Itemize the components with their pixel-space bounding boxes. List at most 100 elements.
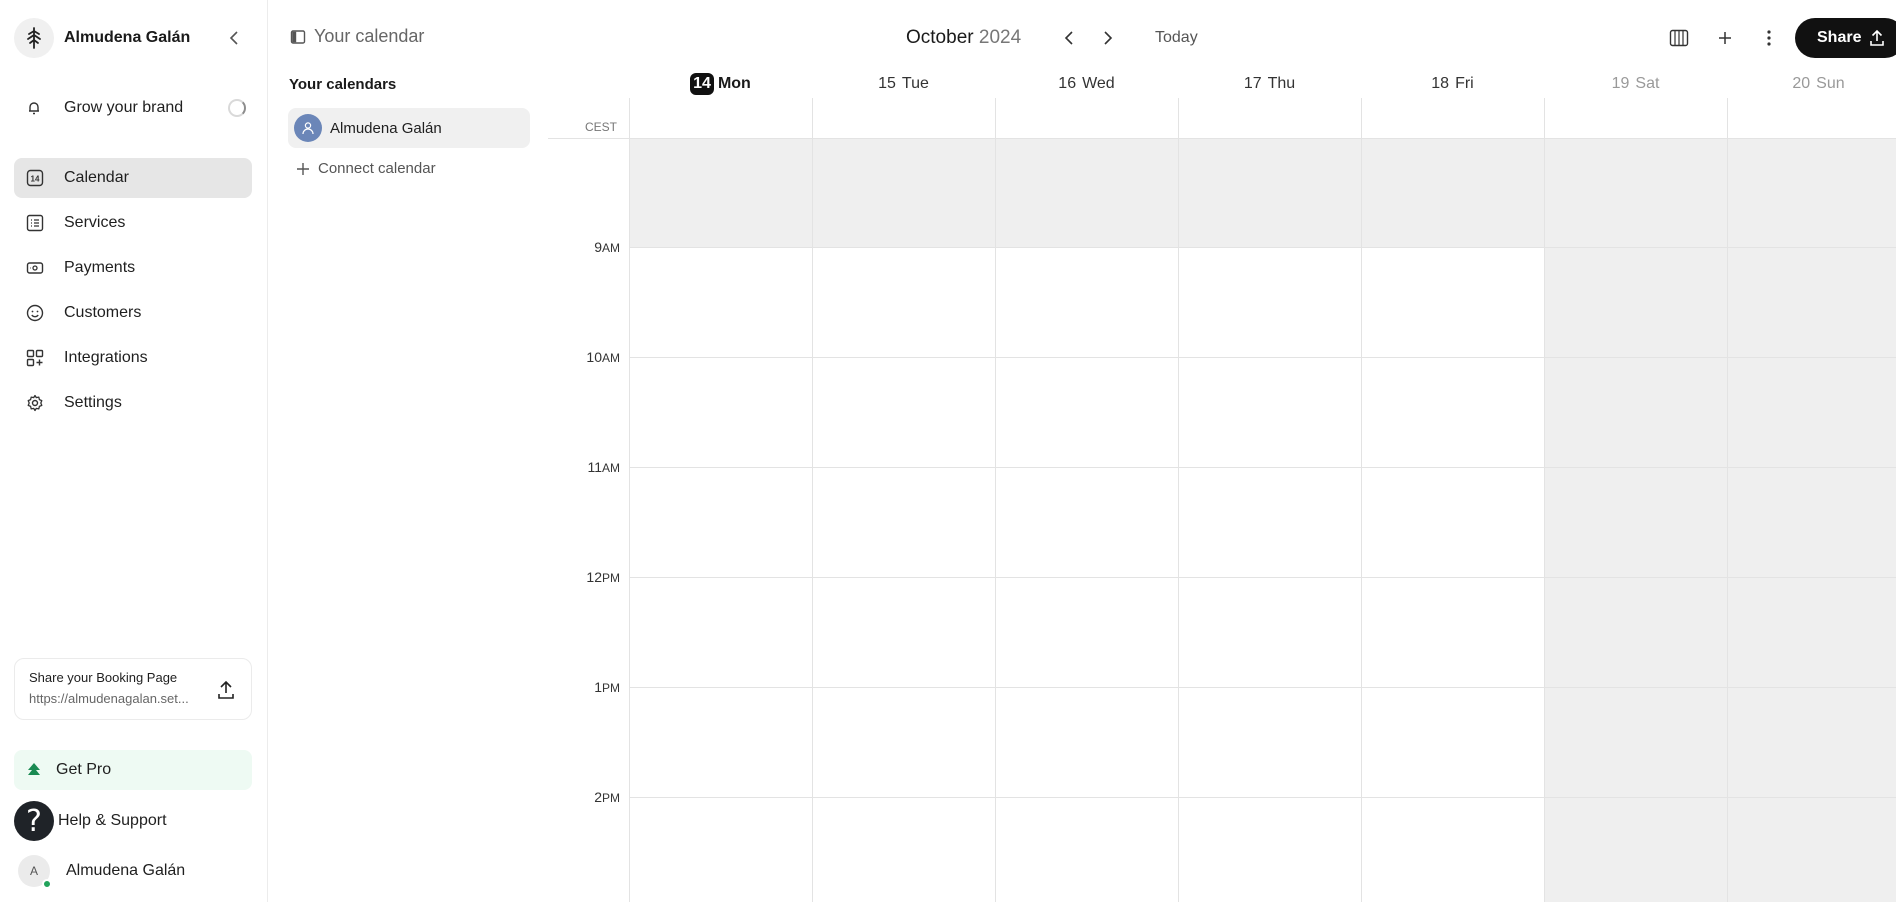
day-column[interactable]: [812, 98, 995, 902]
hour-number: 10: [586, 349, 602, 365]
timezone-divider: [548, 138, 629, 139]
day-number: 14: [690, 73, 714, 95]
get-pro-label: Get Pro: [56, 761, 112, 778]
pine-tree-icon: [28, 763, 40, 775]
hour-line: [629, 357, 1896, 358]
help-question-icon: ?: [14, 801, 54, 841]
panel-left-icon: [290, 29, 306, 44]
previous-week-button[interactable]: [1057, 26, 1081, 50]
vertical-dots-icon: [1767, 30, 1771, 46]
hour-label: 9AM: [560, 239, 620, 255]
day-header-sun[interactable]: 20 Sun: [1727, 70, 1896, 98]
view-toggle-button[interactable]: [1666, 25, 1692, 51]
day-header-mon[interactable]: 14 Mon: [629, 70, 812, 98]
day-header-tue[interactable]: 15 Tue: [812, 70, 995, 98]
day-number: 16: [1058, 75, 1077, 92]
avatar-initial: A: [29, 864, 38, 878]
chevron-left-icon: [1064, 31, 1073, 45]
am-pm: AM: [602, 461, 620, 475]
day-header-sat[interactable]: 19 Sat: [1544, 70, 1727, 98]
hour-label: 2PM: [560, 789, 620, 805]
get-pro-button[interactable]: Get Pro: [14, 750, 252, 790]
calendar-header: October 2024 Today Share: [540, 0, 1896, 76]
app: Almudena Galán Grow your brand 14 Calenda…: [0, 0, 1896, 902]
progress-ring: [228, 99, 246, 117]
am-pm: PM: [602, 791, 620, 805]
weekday-label: Sat: [1635, 75, 1660, 92]
day-headers: 14 Mon 15 Tue 16 Wed 17 Thu 18 Fri 19 Sat 20 Sun: [629, 70, 1896, 98]
hour-label: 11AM: [560, 459, 620, 475]
day-number: 19: [1611, 75, 1630, 92]
online-status-dot: [42, 879, 52, 889]
sidebar-item-settings[interactable]: Settings: [14, 383, 252, 423]
your-calendars-heading: Your calendars: [289, 76, 397, 93]
day-header-fri[interactable]: 18 Fri: [1361, 70, 1544, 98]
more-options-button[interactable]: [1756, 25, 1782, 51]
smiley-icon: [26, 304, 44, 322]
day-number: 17: [1243, 75, 1262, 92]
plus-icon: [297, 162, 309, 175]
weekday-label: Wed: [1082, 75, 1115, 92]
month-year-title[interactable]: October 2024: [906, 27, 1021, 49]
year-label: 2024: [978, 27, 1022, 48]
hour-number: 2: [594, 789, 602, 805]
gear-icon: [26, 394, 44, 412]
day-column[interactable]: [1544, 98, 1727, 902]
tree-logo-icon: [14, 18, 54, 58]
next-week-button[interactable]: [1096, 26, 1120, 50]
share-button[interactable]: Share: [1795, 18, 1896, 58]
connect-calendar-button[interactable]: Connect calendar: [296, 160, 436, 177]
toggle-calendar-panel-button[interactable]: Your calendar: [290, 26, 424, 47]
sidebar-item-integrations[interactable]: Integrations: [14, 338, 252, 378]
hour-line: [629, 577, 1896, 578]
day-header-wed[interactable]: 16 Wed: [995, 70, 1178, 98]
sidebar-item-payments[interactable]: Payments: [14, 248, 252, 288]
sidebar-item-label: Customers: [64, 304, 142, 321]
sidebar-item-calendar[interactable]: 14 Calendar: [14, 158, 252, 198]
sidebar-item-label: Integrations: [64, 349, 148, 366]
day-column[interactable]: [629, 98, 812, 902]
weekday-label: Thu: [1267, 75, 1296, 92]
day-column[interactable]: [1178, 98, 1361, 902]
sidebar-item-services[interactable]: Services: [14, 203, 252, 243]
weekday-label: Tue: [901, 75, 929, 92]
day-number: 15: [878, 75, 896, 92]
grow-your-brand-item[interactable]: Grow your brand: [14, 92, 252, 124]
day-column[interactable]: [1727, 98, 1896, 902]
day-number: 18: [1431, 75, 1450, 92]
timezone-label: CEST: [585, 120, 618, 134]
week-grid[interactable]: [629, 98, 1896, 902]
hour-line: [629, 467, 1896, 468]
share-upload-icon[interactable]: [215, 679, 237, 701]
sidebar-item-label: Payments: [64, 259, 136, 276]
share-card-title: Share your Booking Page: [29, 670, 178, 685]
sidebar: Almudena Galán Grow your brand 14 Calenda…: [0, 0, 268, 902]
connect-calendar-label: Connect calendar: [318, 160, 436, 177]
hour-line: [629, 247, 1896, 248]
weekday-label: Mon: [717, 75, 751, 92]
account-name: Almudena Galán: [64, 29, 191, 46]
calendar-item-almudena[interactable]: Almudena Galán: [288, 108, 530, 148]
user-profile-item[interactable]: A Almudena Galán: [14, 852, 252, 890]
today-button[interactable]: Today: [1155, 29, 1198, 47]
add-event-button[interactable]: [1712, 25, 1738, 51]
list-icon: [26, 214, 44, 232]
day-header-thu[interactable]: 17 Thu: [1178, 70, 1361, 98]
panel-title: Your calendar: [314, 26, 425, 46]
bell-icon: [29, 102, 39, 115]
hour-label: 10AM: [560, 349, 620, 365]
sidebar-item-label: Calendar: [64, 169, 129, 186]
day-column[interactable]: [995, 98, 1178, 902]
weekday-label: Sun: [1816, 75, 1845, 92]
share-booking-card[interactable]: Share your Booking Page https://almudena…: [14, 658, 252, 720]
day-column[interactable]: [1361, 98, 1544, 902]
columns-view-icon: [1669, 29, 1689, 47]
hour-label: 12PM: [560, 569, 620, 585]
help-support-item[interactable]: ? Help & Support: [14, 800, 252, 842]
sidebar-item-label: Services: [64, 214, 126, 231]
collapse-sidebar-button[interactable]: [224, 28, 244, 48]
brand-header: Almudena Galán: [14, 18, 254, 58]
calendars-panel: Your calendar Your calendars Almudena Ga…: [268, 0, 540, 902]
hour-label: 1PM: [560, 679, 620, 695]
sidebar-item-customers[interactable]: Customers: [14, 293, 252, 333]
